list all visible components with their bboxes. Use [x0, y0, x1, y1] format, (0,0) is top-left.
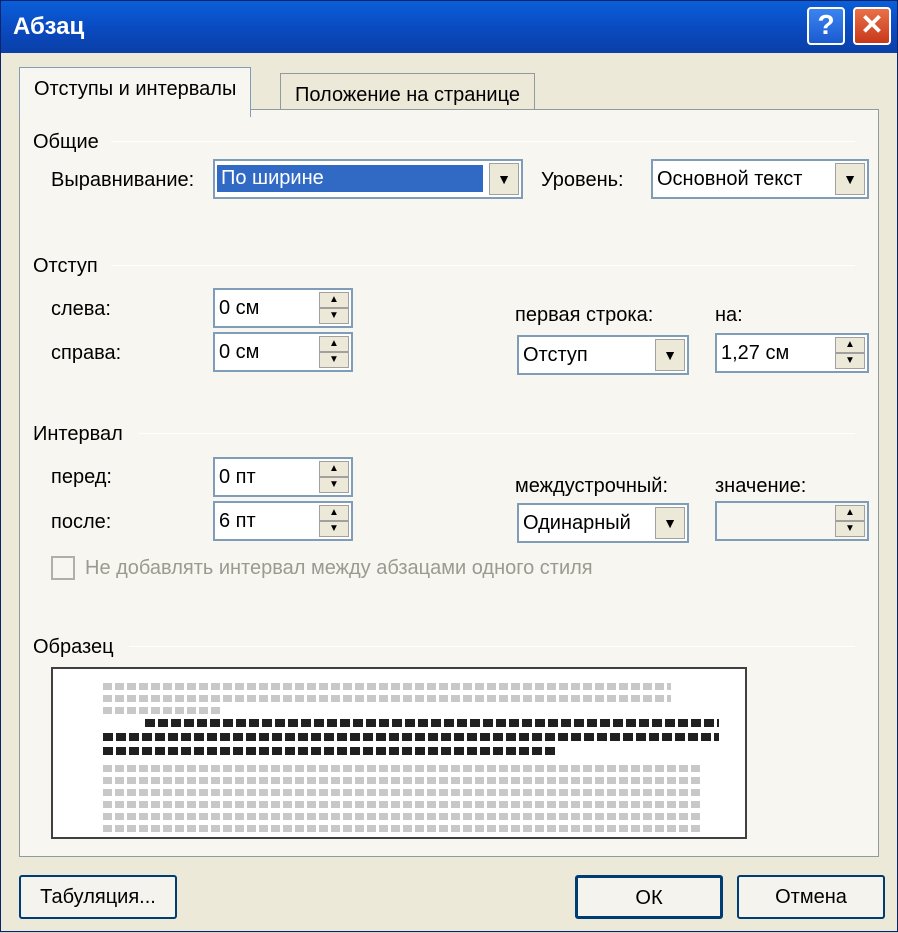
spin-down-icon[interactable]: ▼	[319, 352, 349, 368]
by-label: на:	[715, 304, 743, 326]
spacing-after-label: после:	[51, 511, 112, 533]
preview-next-line	[103, 789, 703, 796]
spin-up-icon[interactable]: ▲	[319, 336, 349, 352]
first-line-by-spinner[interactable]: 1,27 см ▲ ▼	[715, 333, 869, 373]
chevron-down-icon[interactable]: ▼	[655, 339, 685, 371]
preview-divider	[129, 646, 855, 647]
first-line-label: первая строка:	[515, 304, 654, 326]
indent-left-label: слева:	[51, 298, 111, 320]
spacing-before-value: 0 пт	[219, 466, 256, 488]
preview-next-line	[103, 765, 703, 772]
indent-left-value: 0 см	[219, 297, 260, 319]
spin-down-icon[interactable]: ▼	[319, 521, 349, 537]
alignment-select[interactable]: По ширине ▼	[213, 159, 523, 199]
spin-down-icon[interactable]: ▼	[835, 353, 865, 369]
first-line-by-value: 1,27 см	[721, 342, 790, 364]
spacing-before-spinner[interactable]: 0 пт ▲ ▼	[213, 457, 353, 497]
preview-sample-line	[103, 733, 719, 741]
at-label: значение:	[715, 475, 807, 497]
preview-next-line	[103, 801, 703, 808]
level-value: Основной текст	[657, 168, 803, 190]
chevron-down-icon[interactable]: ▼	[489, 163, 519, 195]
preview-next-line	[103, 777, 703, 784]
spacing-after-spinner[interactable]: 6 пт ▲ ▼	[213, 501, 353, 541]
spin-up-icon[interactable]: ▲	[835, 505, 865, 521]
first-line-value: Отступ	[523, 344, 588, 366]
preview-next-line	[103, 825, 703, 832]
indent-right-label: справа:	[51, 342, 122, 364]
spin-down-icon[interactable]: ▼	[319, 477, 349, 493]
indent-right-spinner[interactable]: 0 см ▲ ▼	[213, 332, 353, 372]
preview-box	[51, 667, 747, 839]
spin-up-icon[interactable]: ▲	[319, 461, 349, 477]
line-spacing-at-spinner[interactable]: ▲ ▼	[715, 501, 869, 541]
indent-group-label: Отступ	[33, 255, 106, 278]
spin-down-icon[interactable]: ▼	[835, 521, 865, 537]
preview-next-line	[103, 813, 703, 820]
general-divider	[111, 141, 855, 142]
alignment-label: Выравнивание:	[51, 169, 195, 191]
panel-content: Общие Выравнивание: По ширине ▼ Уровень:…	[1, 1, 898, 933]
indent-right-value: 0 см	[219, 341, 260, 363]
chevron-down-icon[interactable]: ▼	[655, 507, 685, 539]
level-select[interactable]: Основной текст ▼	[651, 159, 869, 199]
spin-up-icon[interactable]: ▲	[835, 337, 865, 353]
preview-group-label: Образец	[33, 636, 122, 659]
spin-down-icon[interactable]: ▼	[319, 308, 349, 324]
tabs-button[interactable]: Табуляция...	[19, 875, 177, 919]
cancel-button[interactable]: Отмена	[737, 875, 885, 919]
line-spacing-label: междустрочный:	[515, 475, 669, 497]
preview-prev-line	[103, 695, 671, 702]
chevron-down-icon[interactable]: ▼	[835, 163, 865, 195]
dont-add-space-label: Не добавлять интервал между абзацами одн…	[85, 557, 593, 579]
line-spacing-select[interactable]: Одинарный ▼	[517, 503, 689, 543]
preview-sample-line	[103, 747, 555, 755]
alignment-value: По ширине	[217, 165, 483, 192]
general-group-label: Общие	[33, 131, 107, 154]
spacing-group-label: Интервал	[33, 423, 131, 446]
level-label: Уровень:	[541, 169, 624, 191]
spin-up-icon[interactable]: ▲	[319, 505, 349, 521]
preview-sample-line	[145, 719, 719, 727]
line-spacing-value: Одинарный	[523, 512, 631, 534]
preview-prev-line	[103, 683, 671, 690]
spacing-before-label: перед:	[51, 466, 112, 488]
spacing-divider	[139, 433, 855, 434]
dont-add-space-checkbox[interactable]	[51, 556, 75, 580]
spin-up-icon[interactable]: ▲	[319, 292, 349, 308]
indent-left-spinner[interactable]: 0 см ▲ ▼	[213, 288, 353, 328]
paragraph-dialog: Абзац ? ✕ Отступы и интервалы Положение …	[0, 0, 898, 932]
preview-prev-line	[103, 707, 223, 714]
spacing-after-value: 6 пт	[219, 510, 256, 532]
ok-button[interactable]: ОК	[575, 875, 723, 919]
indent-divider	[111, 265, 855, 266]
first-line-select[interactable]: Отступ ▼	[517, 335, 689, 375]
